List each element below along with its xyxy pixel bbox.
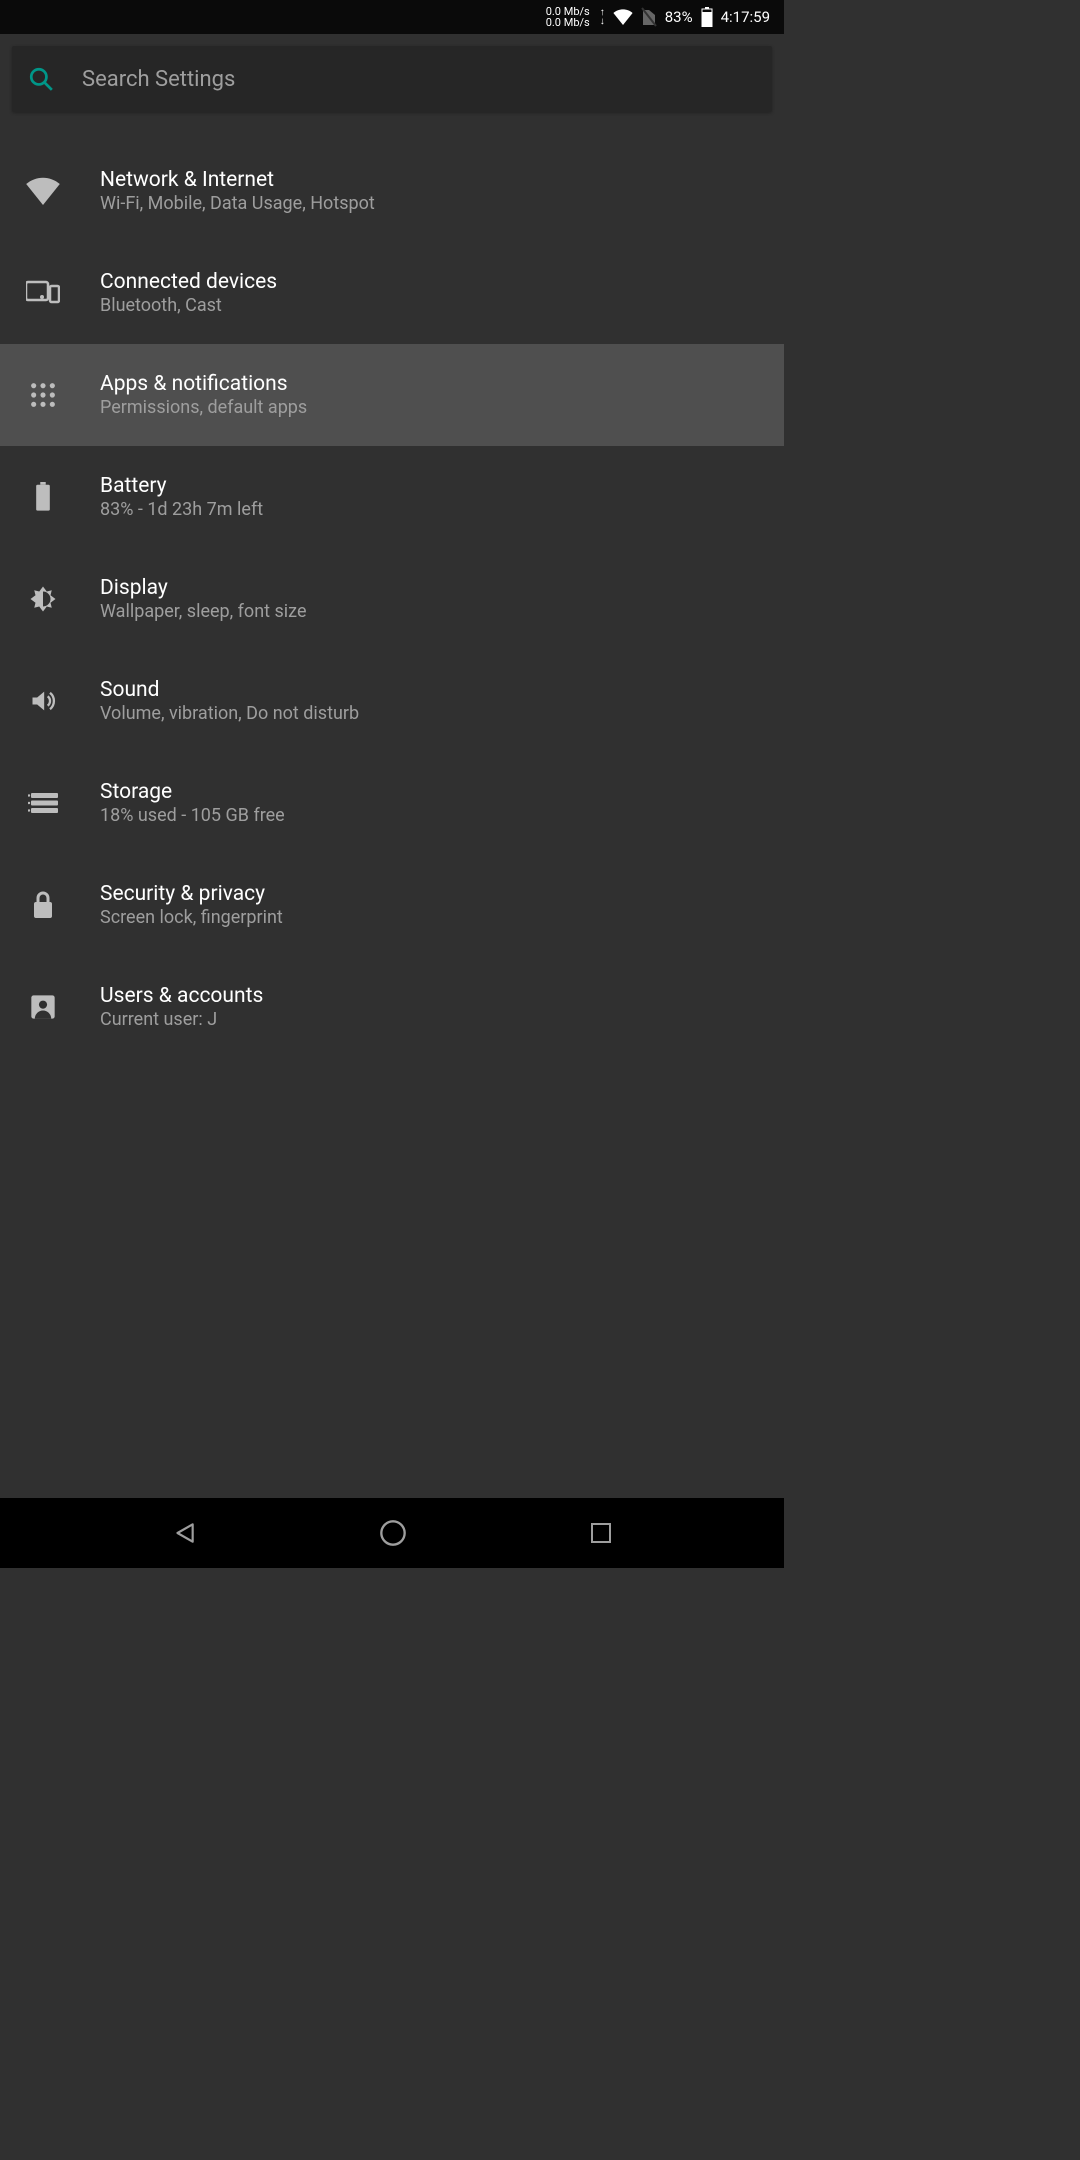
sound-icon	[16, 687, 70, 715]
item-subtitle: 83% - 1d 23h 7m left	[100, 499, 263, 520]
item-title: Users & accounts	[100, 984, 263, 1008]
item-subtitle: 18% used - 105 GB free	[100, 805, 285, 826]
devices-icon	[16, 280, 70, 306]
item-subtitle: Wi-Fi, Mobile, Data Usage, Hotspot	[100, 193, 375, 214]
item-texts: Storage 18% used - 105 GB free	[100, 780, 285, 826]
item-texts: Apps & notifications Permissions, defaul…	[100, 372, 307, 418]
settings-item-apps[interactable]: Apps & notifications Permissions, defaul…	[0, 344, 784, 446]
item-title: Storage	[100, 780, 285, 804]
settings-item-devices[interactable]: Connected devices Bluetooth, Cast	[0, 242, 784, 344]
item-subtitle: Wallpaper, sleep, font size	[100, 601, 307, 622]
item-title: Battery	[100, 474, 263, 498]
item-texts: Network & Internet Wi-Fi, Mobile, Data U…	[100, 168, 375, 214]
settings-list: Network & Internet Wi-Fi, Mobile, Data U…	[0, 140, 784, 1058]
battery-icon	[16, 482, 70, 512]
item-subtitle: Permissions, default apps	[100, 397, 307, 418]
apps-icon	[16, 381, 70, 409]
search-placeholder-text: Search Settings	[82, 67, 235, 92]
wifi-status-icon	[613, 9, 633, 25]
wifi-icon	[16, 177, 70, 205]
item-subtitle: Volume, vibration, Do not disturb	[100, 703, 359, 724]
storage-icon	[16, 792, 70, 814]
navigation-bar	[0, 1498, 784, 1568]
item-texts: Display Wallpaper, sleep, font size	[100, 576, 307, 622]
settings-item-sound[interactable]: Sound Volume, vibration, Do not disturb	[0, 650, 784, 752]
security-icon	[16, 890, 70, 920]
item-title: Connected devices	[100, 270, 277, 294]
item-title: Network & Internet	[100, 168, 375, 192]
settings-item-users[interactable]: Users & accounts Current user: J	[0, 956, 784, 1058]
item-title: Security & privacy	[100, 882, 283, 906]
data-down-text: 0.0 Mb/s	[546, 17, 590, 28]
settings-item-battery[interactable]: Battery 83% - 1d 23h 7m left	[0, 446, 784, 548]
item-texts: Connected devices Bluetooth, Cast	[100, 270, 277, 316]
data-arrows-icon: ↑↓	[600, 8, 605, 26]
status-bar: 0.0 Mb/s 0.0 Mb/s ↑↓ 83% 4:17:59	[0, 0, 784, 34]
back-button[interactable]	[171, 1520, 197, 1546]
no-sim-icon	[641, 7, 657, 27]
item-subtitle: Current user: J	[100, 1009, 263, 1030]
settings-content: Search Settings Network & Internet Wi-Fi…	[0, 34, 784, 1470]
item-texts: Sound Volume, vibration, Do not disturb	[100, 678, 359, 724]
recent-apps-button[interactable]	[589, 1521, 613, 1545]
item-texts: Battery 83% - 1d 23h 7m left	[100, 474, 263, 520]
data-speed-indicator: 0.0 Mb/s 0.0 Mb/s	[546, 6, 590, 28]
item-subtitle: Screen lock, fingerprint	[100, 907, 283, 928]
item-subtitle: Bluetooth, Cast	[100, 295, 277, 316]
settings-item-display[interactable]: Display Wallpaper, sleep, font size	[0, 548, 784, 650]
item-texts: Security & privacy Screen lock, fingerpr…	[100, 882, 283, 928]
users-icon	[16, 993, 70, 1021]
item-title: Display	[100, 576, 307, 600]
search-settings-card[interactable]: Search Settings	[12, 46, 772, 112]
item-title: Sound	[100, 678, 359, 702]
home-button[interactable]	[379, 1519, 407, 1547]
item-title: Apps & notifications	[100, 372, 307, 396]
clock-text: 4:17:59	[721, 8, 770, 26]
battery-status-icon	[701, 7, 713, 27]
settings-item-security[interactable]: Security & privacy Screen lock, fingerpr…	[0, 854, 784, 956]
battery-percentage-text: 83%	[665, 8, 693, 26]
display-icon	[16, 584, 70, 614]
search-icon	[28, 66, 54, 92]
item-texts: Users & accounts Current user: J	[100, 984, 263, 1030]
settings-item-storage[interactable]: Storage 18% used - 105 GB free	[0, 752, 784, 854]
settings-item-wifi[interactable]: Network & Internet Wi-Fi, Mobile, Data U…	[0, 140, 784, 242]
